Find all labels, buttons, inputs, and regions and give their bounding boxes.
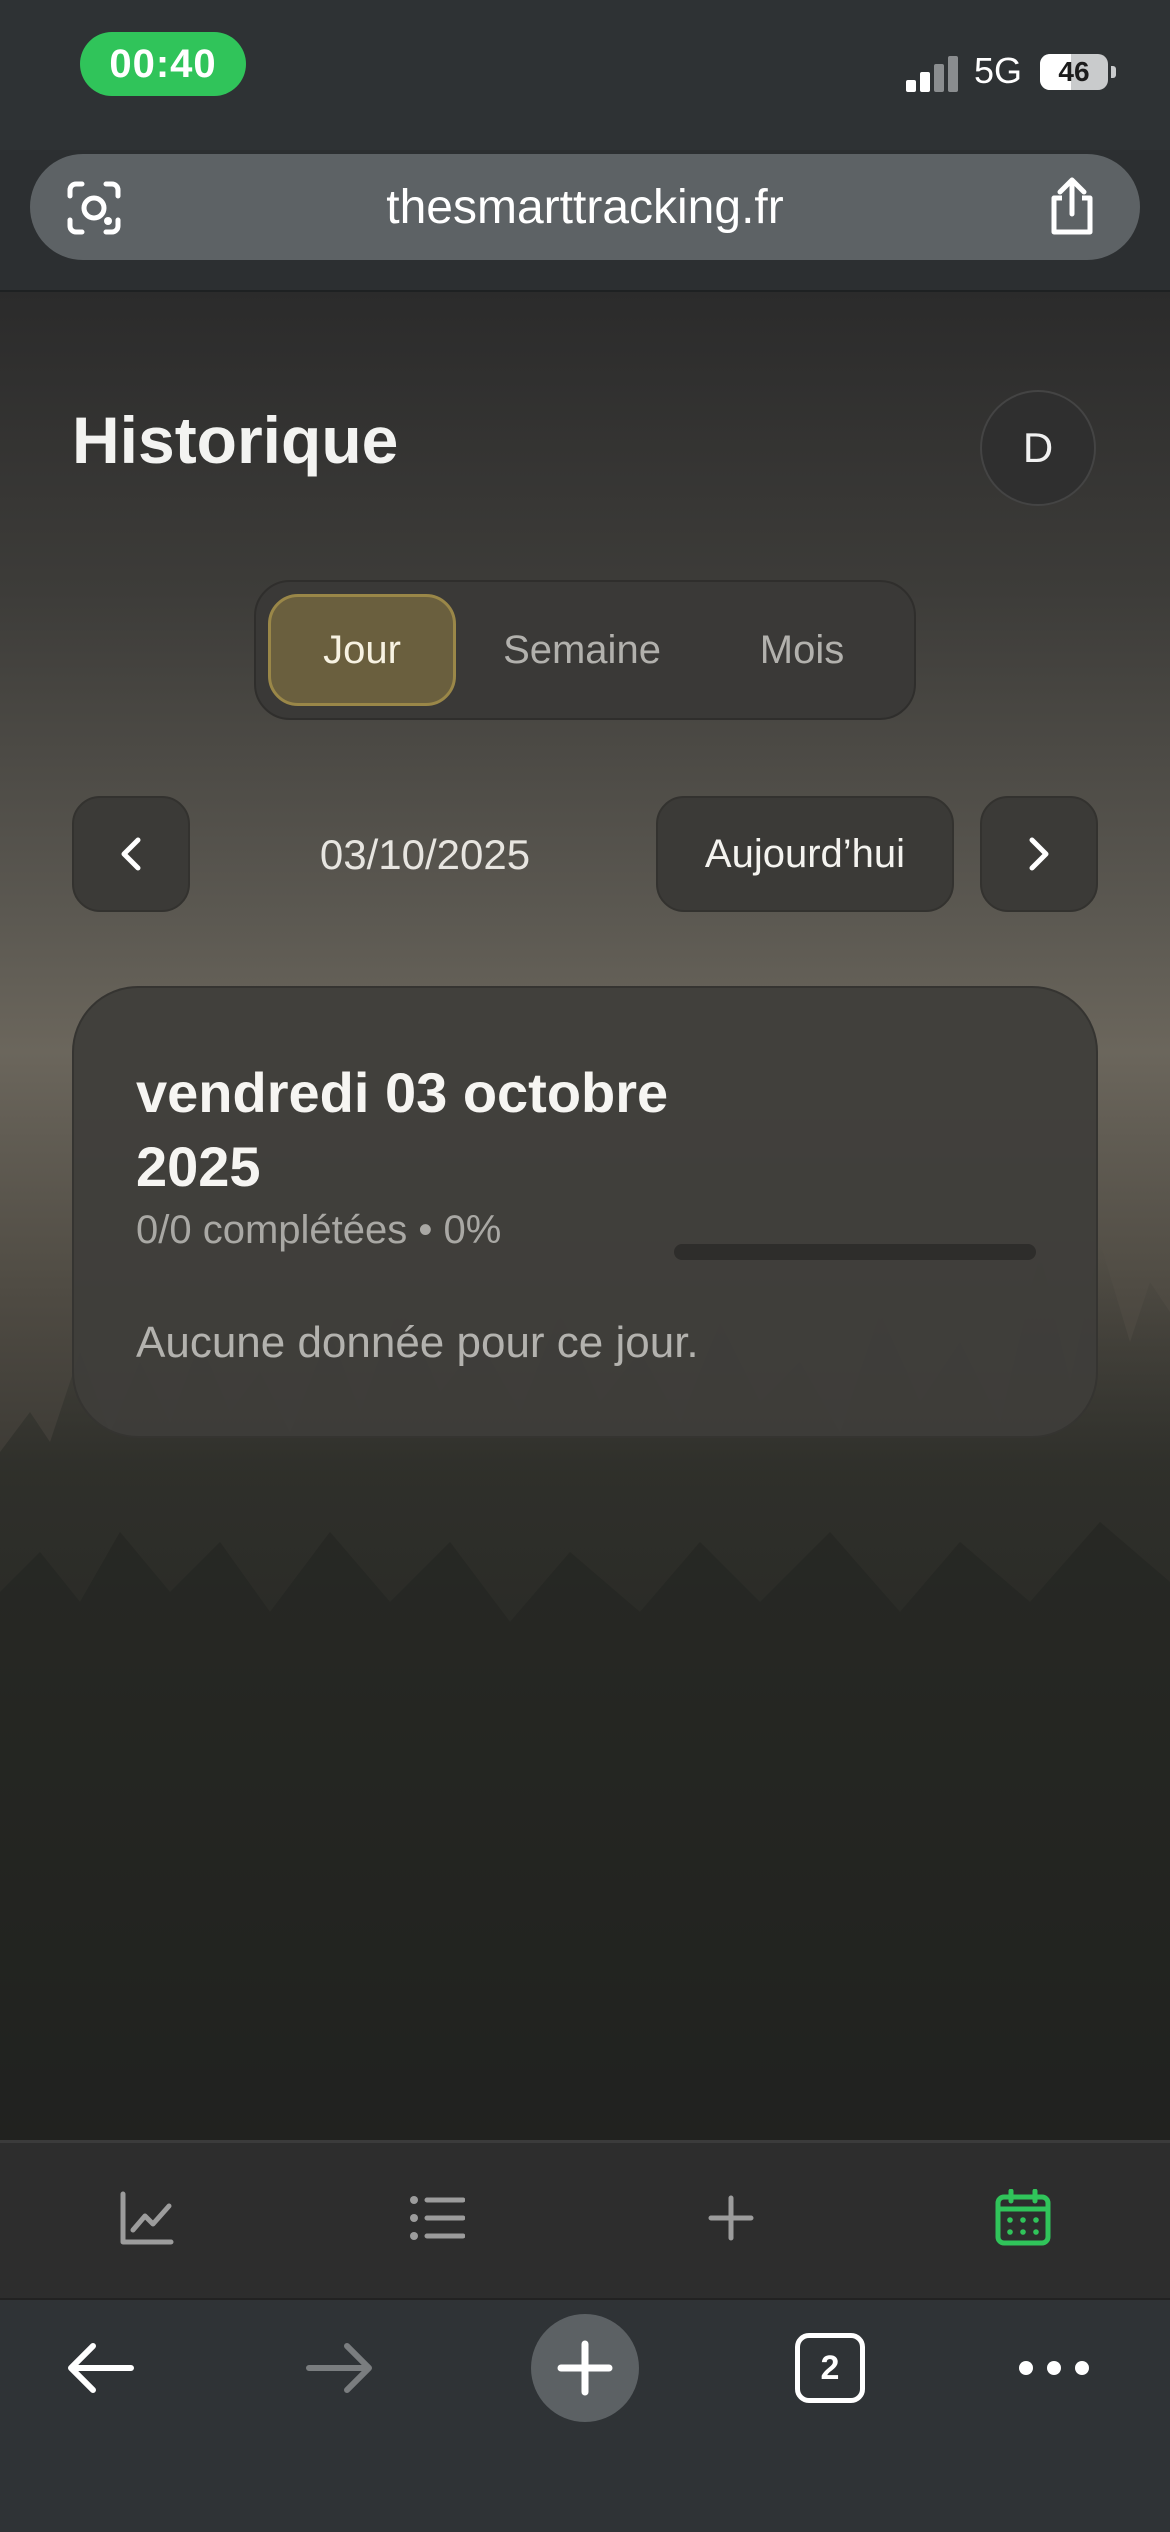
period-segmented-control: Jour Semaine Mois [254,580,916,720]
current-date: 03/10/2025 [319,831,531,878]
more-options-button[interactable] [1004,2314,1104,2422]
status-time: 00:40 [80,32,246,96]
today-button-label: Aujourd’hui [704,831,906,876]
battery-percent: 46 [1058,56,1090,87]
screen: 00:40 5G 46 thesmarttracking.fr Historiq… [0,0,1170,2532]
arrow-right-icon [306,2343,372,2393]
plus-icon [708,2195,754,2241]
app-tab-bar [0,2140,1170,2298]
new-tab-circle [531,2314,639,2422]
browser-toolbar: 2 [0,2298,1170,2532]
chart-line-icon [120,2191,174,2245]
day-progress-bar [674,1244,1036,1260]
tab-add[interactable] [686,2173,776,2263]
plus-icon [557,2340,613,2396]
share-icon[interactable] [1044,176,1100,236]
chevron-left-icon [121,837,141,871]
tab-semaine[interactable]: Semaine [472,594,692,706]
day-title: vendredi 03 octobre 2025 [136,1061,669,1198]
user-avatar[interactable]: D [980,390,1096,506]
empty-state-message: Aucune donnée pour ce jour. [136,1318,699,1367]
next-day-button[interactable] [980,796,1098,912]
new-tab-button[interactable] [531,2314,639,2422]
arrow-left-icon [68,2343,134,2393]
more-dots-icon [1019,2361,1089,2375]
forward-button[interactable] [290,2314,390,2422]
network-type: 5G [974,50,1023,91]
tab-mois[interactable]: Mois [704,594,900,706]
status-bar: 00:40 5G 46 thesmarttracking.fr [0,0,1170,260]
address-bar[interactable]: thesmarttracking.fr [30,154,1140,260]
back-button[interactable] [50,2314,150,2422]
list-icon [410,2196,465,2240]
chevron-right-icon [1029,837,1049,871]
tabs-overview-button[interactable]: 2 [780,2314,880,2422]
calendar-icon [995,2189,1051,2246]
tab-stats[interactable] [102,2173,192,2263]
day-summary-card: vendredi 03 octobre 2025 0/0 complétées … [72,986,1098,1438]
previous-day-button[interactable] [72,796,190,912]
page-title: Historique [72,403,399,477]
url-text[interactable]: thesmarttracking.fr [30,154,1140,260]
battery-nub [1111,66,1116,78]
cellular-signal-icon [906,56,960,92]
tab-list[interactable] [392,2173,482,2263]
tab-count-icon: 2 [795,2333,865,2403]
today-button[interactable]: Aujourd’hui [656,796,954,912]
battery-icon: 46 [1040,54,1108,90]
completion-summary: 0/0 complétées • 0% [136,1208,502,1252]
tab-jour[interactable]: Jour [268,594,456,706]
tab-calendar[interactable] [978,2173,1068,2263]
